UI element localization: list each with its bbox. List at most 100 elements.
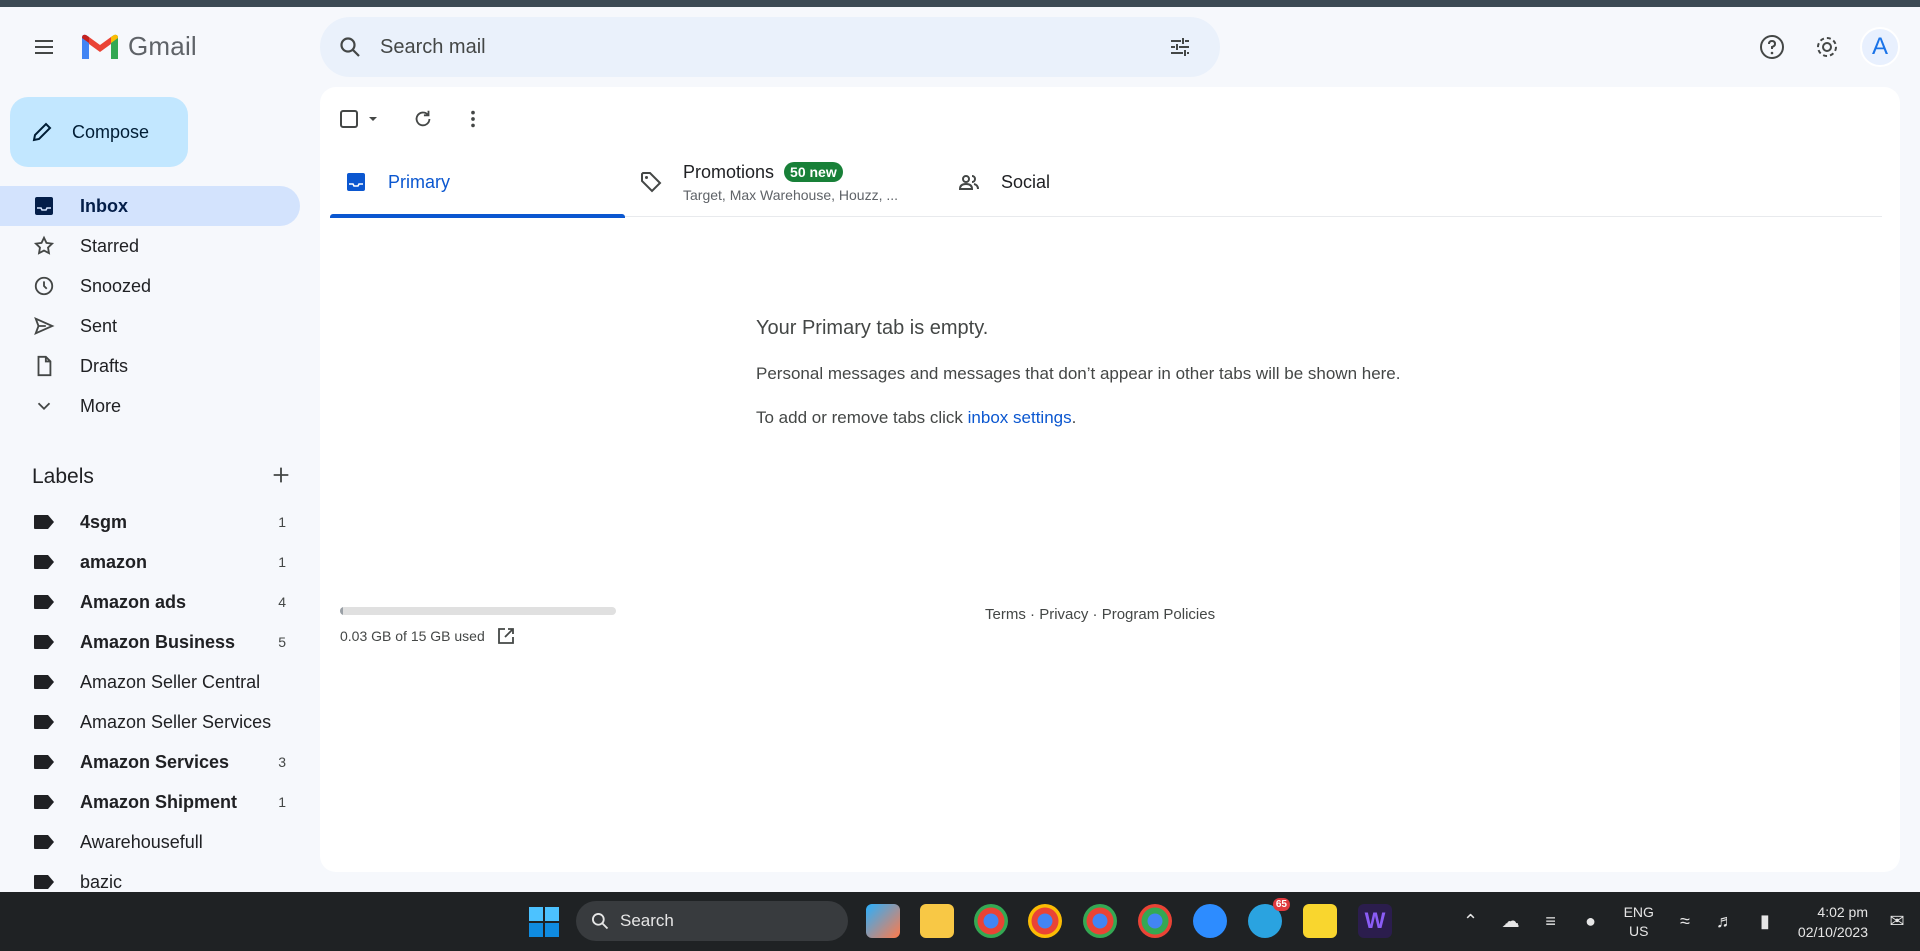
mail-toolbar xyxy=(336,99,498,139)
clock[interactable]: 4:02 pm 02/10/2023 xyxy=(1798,902,1868,942)
sidebar: Compose Inbox Starred Snoozed Sent Draft… xyxy=(0,87,310,892)
label-item[interactable]: Amazon Shipment 1 xyxy=(0,782,300,822)
label-count: 1 xyxy=(278,794,286,810)
search-input[interactable] xyxy=(380,27,1150,67)
label-item[interactable]: Awarehousefull xyxy=(0,822,300,862)
tune-icon xyxy=(1171,38,1189,56)
terms-link[interactable]: Terms xyxy=(985,606,1026,623)
tab-label: Primary xyxy=(388,171,450,192)
search-icon xyxy=(340,37,360,57)
window-top-strip xyxy=(0,0,1920,7)
nav-label: More xyxy=(80,395,122,416)
label-count: 5 xyxy=(278,634,286,650)
cloud-off-icon[interactable]: ☁ xyxy=(1494,905,1528,939)
category-tabs: Primary Promotions 50 new Target, Max Wa… xyxy=(330,147,1882,218)
chrome-icon[interactable] xyxy=(1028,904,1062,938)
storage-bar xyxy=(340,607,616,615)
nav-list: Inbox Starred Snoozed Sent Drafts More xyxy=(0,186,300,426)
new-count-badge: 50 new xyxy=(784,162,843,182)
nav-item-inbox[interactable]: Inbox xyxy=(0,186,300,226)
app-w-icon[interactable]: W xyxy=(1358,904,1392,938)
refresh-icon xyxy=(415,110,431,127)
settings-button[interactable] xyxy=(1805,25,1849,69)
label-item[interactable]: Amazon Services 3 xyxy=(0,742,300,782)
main-menu-button[interactable] xyxy=(24,27,64,67)
nav-label: Inbox xyxy=(80,195,128,216)
hint-suffix: . xyxy=(1071,408,1077,427)
nav-item-starred[interactable]: Starred xyxy=(0,226,300,266)
file-explorer-icon[interactable] xyxy=(920,904,954,938)
label-icon xyxy=(32,870,56,892)
label-name: Amazon ads xyxy=(80,591,187,612)
storage-fill xyxy=(340,607,343,615)
nav-label: Snoozed xyxy=(80,275,152,296)
notification-icon[interactable]: ✉ xyxy=(1880,905,1914,939)
empty-state: Your Primary tab is empty. Personal mess… xyxy=(756,317,1401,428)
microphone-icon[interactable]: ● xyxy=(1574,905,1608,939)
compose-button[interactable]: Compose xyxy=(10,97,188,167)
gmail-app: Gmail A Compose xyxy=(0,7,1920,892)
zoom-icon[interactable] xyxy=(1193,904,1227,938)
tab-promotions[interactable]: Promotions 50 new Target, Max Warehouse,… xyxy=(625,147,943,217)
search-options-button[interactable] xyxy=(1150,17,1210,77)
header: Gmail A xyxy=(0,7,1920,87)
label-icon xyxy=(32,750,56,774)
select-options-button[interactable] xyxy=(362,99,384,139)
chevron-up-icon[interactable]: ⌃ xyxy=(1454,905,1488,939)
nav-item-snoozed[interactable]: Snoozed xyxy=(0,266,300,306)
label-item[interactable]: bazic xyxy=(0,862,300,892)
privacy-link[interactable]: Privacy xyxy=(1039,606,1088,623)
gmail-logo[interactable]: Gmail xyxy=(80,31,197,62)
nav-item-drafts[interactable]: Drafts xyxy=(0,346,300,386)
taskbar-search[interactable]: Search xyxy=(576,901,848,941)
inbox-settings-link[interactable]: inbox settings xyxy=(968,408,1072,427)
label-item[interactable]: 4sgm 1 xyxy=(0,502,300,542)
app-name: Gmail xyxy=(128,31,197,61)
label-icon xyxy=(32,830,56,854)
nav-item-more[interactable]: More xyxy=(0,386,300,426)
label-item[interactable]: Amazon ads 4 xyxy=(0,582,300,622)
settings-sliders-icon[interactable]: ≡ xyxy=(1534,905,1568,939)
tab-primary[interactable]: Primary xyxy=(330,147,625,218)
chrome-icon[interactable] xyxy=(974,904,1008,938)
search-button[interactable] xyxy=(320,17,380,77)
label-item[interactable]: Amazon Business 5 xyxy=(0,622,300,662)
select-checkbox[interactable] xyxy=(336,99,362,139)
manage-storage-button[interactable] xyxy=(497,627,515,645)
tab-social[interactable]: Social xyxy=(943,147,1261,217)
search-bar[interactable] xyxy=(320,17,1220,77)
label-count: 1 xyxy=(278,514,286,530)
nav-label: Drafts xyxy=(80,355,129,376)
nav-item-sent[interactable]: Sent xyxy=(0,306,300,346)
separator: · xyxy=(1088,606,1102,623)
refresh-button[interactable] xyxy=(398,99,448,139)
label-name: bazic xyxy=(80,871,123,892)
chrome-icon[interactable] xyxy=(1083,904,1117,938)
account-avatar[interactable]: A xyxy=(1860,27,1900,67)
tab-label: Promotions xyxy=(683,161,775,182)
chrome-icon[interactable] xyxy=(1138,904,1172,938)
telegram-icon[interactable]: 65 xyxy=(1248,898,1290,938)
label-item[interactable]: Amazon Seller Central xyxy=(0,662,300,702)
label-name: Amazon Seller Services xyxy=(80,711,272,732)
header-actions: A xyxy=(1750,25,1920,69)
more-options-button[interactable] xyxy=(448,99,498,139)
start-button[interactable] xyxy=(528,906,560,938)
label-name: Amazon Business xyxy=(80,631,236,652)
label-item[interactable]: Amazon Seller Services xyxy=(0,702,300,742)
sticky-notes-icon[interactable] xyxy=(1303,904,1337,938)
volume-icon[interactable]: ♬ xyxy=(1708,905,1742,939)
windows-taskbar: Search 65 W ⌃ ☁ ≡ ● ENG US ≈ ♬ ▮ 4:02 pm… xyxy=(0,892,1920,951)
language-indicator[interactable]: ENG US xyxy=(1624,903,1654,941)
wifi-icon[interactable]: ≈ xyxy=(1668,905,1702,939)
label-item[interactable]: amazon 1 xyxy=(0,542,300,582)
battery-icon[interactable]: ▮ xyxy=(1748,905,1782,939)
promotions-top: Promotions 50 new xyxy=(683,162,898,183)
program-policies-link[interactable]: Program Policies xyxy=(1102,606,1215,623)
empty-title: Your Primary tab is empty. xyxy=(756,317,989,339)
hamburger-icon xyxy=(35,40,53,54)
support-button[interactable] xyxy=(1750,25,1794,69)
create-label-button[interactable] xyxy=(270,464,292,491)
open-in-new-icon xyxy=(497,628,514,644)
copilot-app-icon[interactable] xyxy=(866,904,900,938)
